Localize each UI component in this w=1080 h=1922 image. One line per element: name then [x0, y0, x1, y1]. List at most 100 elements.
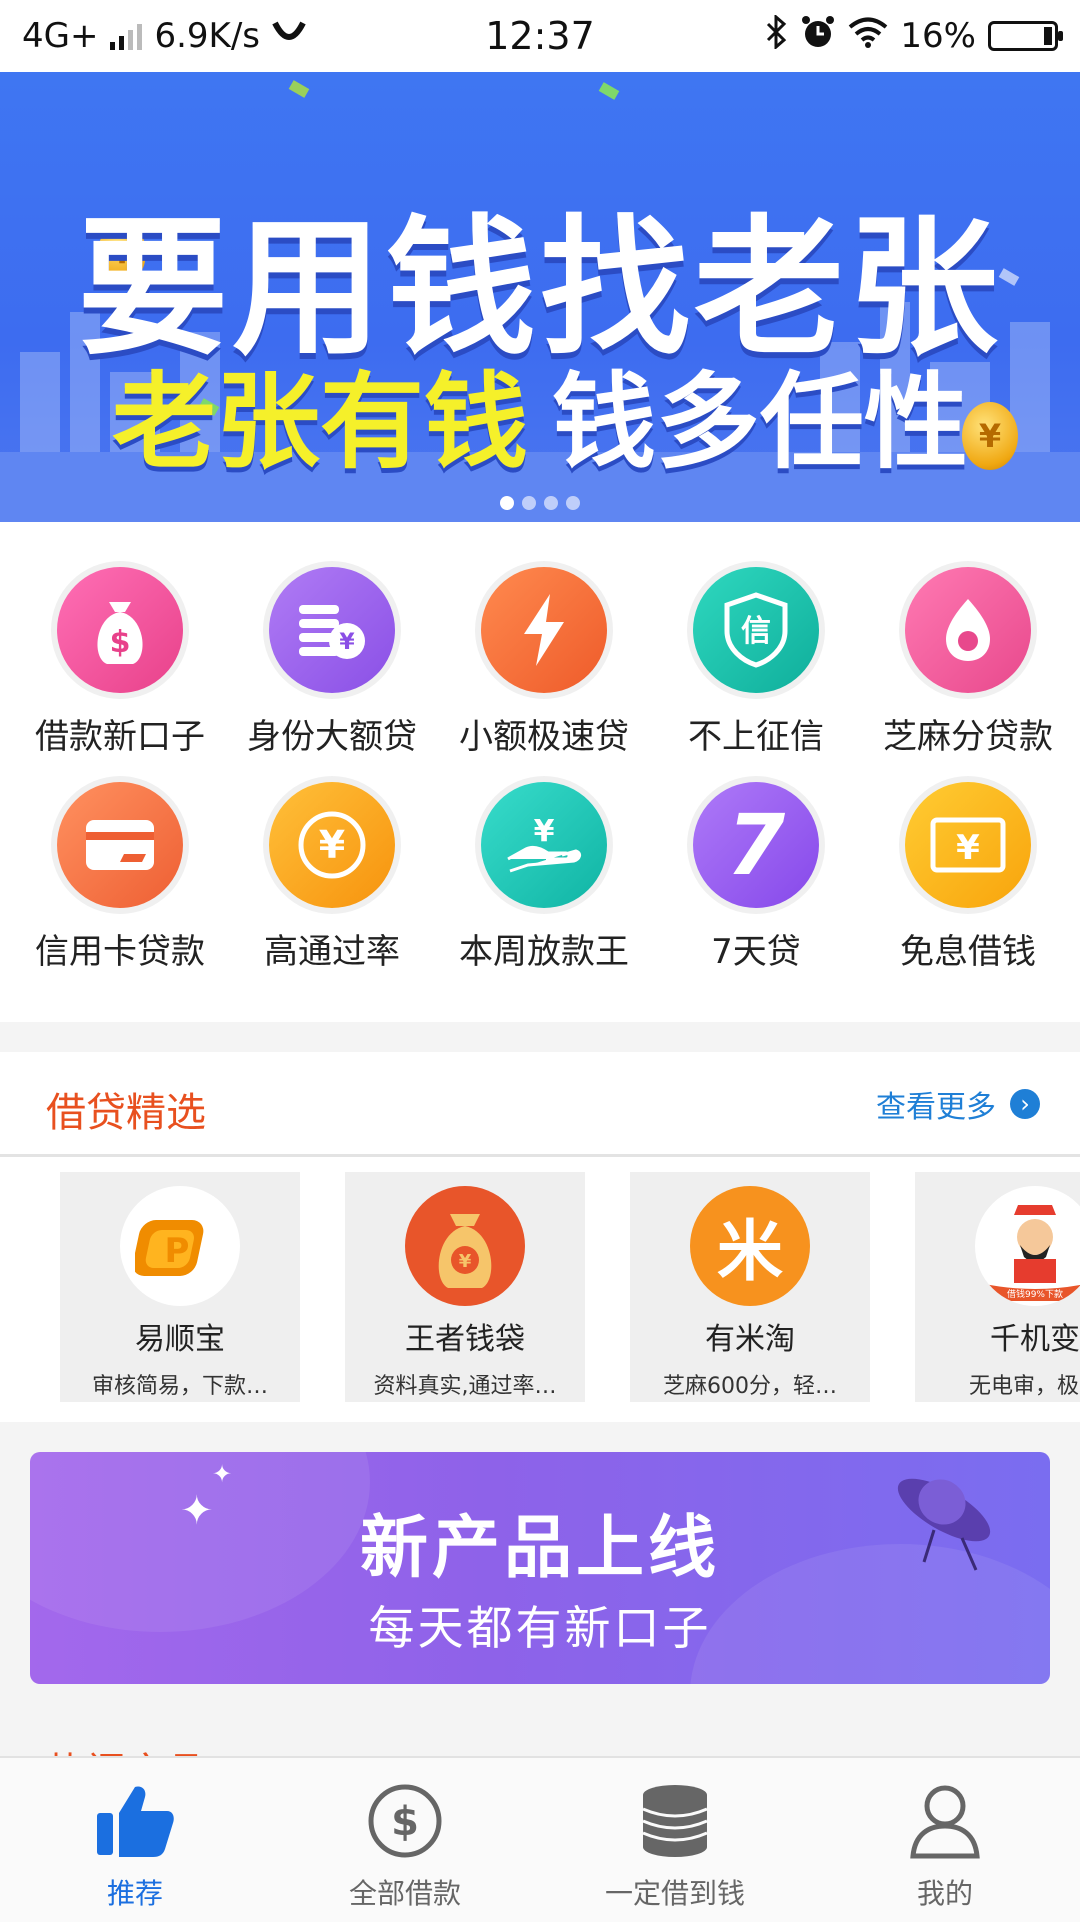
carousel-dot[interactable]	[566, 496, 580, 510]
category-label: 免息借钱	[900, 932, 1036, 972]
sesame-icon	[905, 567, 1031, 693]
thumbs-up-icon	[90, 1776, 180, 1866]
product-name: 千机变	[990, 1322, 1080, 1357]
product-card[interactable]: 米 有米淘 芝麻600分，轻…	[630, 1172, 870, 1402]
tab-label: 一定借到钱	[604, 1877, 745, 1910]
promo-banner[interactable]: ¥ ¥ 要用钱找老张 老张有钱 钱多任性	[0, 72, 1080, 522]
tab-label: 推荐	[106, 1877, 163, 1910]
battery-percent: 16%	[900, 16, 976, 56]
qianjibian-logo: 借钱99%下款	[975, 1186, 1080, 1306]
wangzhe-money-bag-logo: ¥	[405, 1186, 525, 1306]
product-name: 王者钱袋	[405, 1322, 525, 1357]
product-card[interactable]: P 易顺宝 审核简易，下款…	[60, 1172, 300, 1402]
tab-guaranteed-loan[interactable]: 一定借到钱	[540, 1758, 810, 1922]
category-item-weekly-king[interactable]: ¥ 本周放款王	[436, 782, 652, 973]
user-icon	[900, 1776, 990, 1866]
yen-glyph: ¥	[459, 1251, 472, 1272]
dollar-glyph: $	[391, 1799, 419, 1845]
category-label: 高通过率	[264, 932, 400, 972]
confetti-decoration	[598, 82, 620, 100]
status-bar: 4G+ 6.9K/s 12:37 16%	[0, 0, 1080, 72]
category-item-quick-loan[interactable]: 小额极速贷	[436, 567, 652, 758]
carousel-dot[interactable]	[544, 496, 558, 510]
category-item-identity-loan[interactable]: ¥ 身份大额贷	[224, 567, 440, 758]
carousel-indicator	[0, 496, 1080, 510]
category-label: 小额极速贷	[459, 717, 629, 757]
yen-circle-icon: ¥	[269, 782, 395, 908]
confetti-decoration	[288, 80, 310, 98]
tab-mine[interactable]: 我的	[810, 1758, 1080, 1922]
notification-icon	[272, 16, 306, 56]
banner-subtitle: 老张有钱 钱多任性	[0, 337, 1080, 488]
tab-recommend[interactable]: 推荐	[0, 1758, 270, 1922]
sparkle-icon: ✦	[212, 1460, 233, 1488]
category-label: 借款新口子	[35, 717, 205, 757]
xin-glyph: 信	[741, 614, 771, 649]
category-label: 本周放款王	[459, 932, 629, 972]
coins-icon: ¥	[269, 567, 395, 693]
view-more-link[interactable]: 查看更多 ›	[876, 1082, 1040, 1126]
hot-products-title: 热门产品	[46, 1740, 206, 1756]
money-bag-icon: $	[57, 567, 183, 693]
product-card[interactable]: ¥ 王者钱袋 资料真实,通过率…	[345, 1172, 585, 1402]
banner-subtitle-white: 钱多任性	[552, 361, 969, 483]
lightning-icon	[481, 567, 607, 693]
youmitao-logo-glyph: 米	[717, 1213, 783, 1290]
new-products-banner[interactable]: ✦ ✦ 新产品上线 每天都有新口子	[30, 1452, 1050, 1684]
category-label: 7天贷	[711, 932, 801, 972]
promo-section: ✦ ✦ 新产品上线 每天都有新口子	[0, 1422, 1080, 1712]
yen-glyph: ¥	[319, 823, 345, 867]
yen-glyph: ¥	[339, 630, 355, 655]
carousel-dot[interactable]	[522, 496, 536, 510]
carousel-dot[interactable]	[500, 496, 514, 510]
yen-glyph: ¥	[534, 814, 555, 849]
category-item-seven-day-loan[interactable]: 7 7天贷	[648, 782, 864, 973]
banner-subtitle-yellow: 老张有钱	[111, 361, 528, 483]
category-item-sesame-loan[interactable]: 芝麻分贷款	[860, 567, 1076, 758]
hand-yen-icon: ¥	[481, 782, 607, 908]
view-more-label: 查看更多	[876, 1090, 996, 1125]
category-item-credit-card-loan[interactable]: 信用卡贷款	[12, 782, 228, 973]
yen-bill-icon: ¥	[905, 782, 1031, 908]
promo-title: 新产品上线	[359, 1509, 720, 1588]
product-desc: 无电审，极速	[968, 1374, 1080, 1399]
bottom-tab-bar: 推荐 $ 全部借款 一定借到钱 我的	[0, 1756, 1080, 1922]
alarm-icon	[800, 14, 836, 59]
coin-stack-icon	[630, 1776, 720, 1866]
network-speed: 6.9K/s	[154, 16, 261, 56]
category-label: 身份大额贷	[247, 717, 417, 757]
featured-cards-carousel[interactable]: P 易顺宝 审核简易，下款… ¥ 王者钱袋 资料真实,通过率… 米 有米淘 芝麻…	[0, 1172, 1080, 1402]
yishunbao-logo-letter: P	[165, 1231, 190, 1271]
product-name: 有米淘	[705, 1322, 795, 1357]
tab-all-loans[interactable]: $ 全部借款	[270, 1758, 540, 1922]
tab-label: 全部借款	[348, 1877, 461, 1910]
category-label: 芝麻分贷款	[883, 717, 1053, 757]
tab-label: 我的	[916, 1877, 973, 1910]
product-desc: 审核简易，下款…	[91, 1374, 268, 1399]
youmitao-logo: 米	[690, 1186, 810, 1306]
shield-xin-icon: 信	[693, 567, 819, 693]
category-label: 不上征信	[688, 717, 824, 757]
product-card[interactable]: 借钱99%下款 千机变 无电审，极速	[915, 1172, 1080, 1402]
product-desc: 芝麻600分，轻…	[663, 1374, 837, 1399]
category-item-high-pass-rate[interactable]: ¥ 高通过率	[224, 782, 440, 973]
featured-loans-section: 借贷精选 查看更多 › P 易顺宝 审核简易，下款… ¥ 王者钱袋 资料真实,通…	[0, 1052, 1080, 1422]
section-title: 借贷精选	[46, 1090, 206, 1136]
category-grid: $ 借款新口子 ¥ 身份大额贷 小额极速贷 信 不上征信 芝麻分贷款 信用卡贷款	[0, 522, 1080, 1022]
category-item-interest-free[interactable]: ¥ 免息借钱	[860, 782, 1076, 973]
divider	[0, 1154, 1080, 1157]
qianjibian-logo-ribbon: 借钱99%下款	[1006, 1290, 1063, 1300]
category-label: 信用卡贷款	[35, 932, 205, 972]
signal-icon	[110, 22, 143, 50]
bluetooth-icon	[764, 13, 788, 58]
wifi-icon	[848, 16, 888, 57]
yishunbao-logo: P	[120, 1186, 240, 1306]
category-item-loan-new[interactable]: $ 借款新口子	[12, 567, 228, 758]
network-type: 4G+	[22, 16, 99, 56]
product-desc: 资料真实,通过率…	[373, 1374, 557, 1399]
battery-icon	[988, 21, 1063, 51]
product-name: 易顺宝	[135, 1322, 225, 1357]
dollar-glyph: $	[110, 625, 131, 660]
category-item-no-credit-check[interactable]: 信 不上征信	[648, 567, 864, 758]
seven-icon: 7	[693, 782, 819, 908]
